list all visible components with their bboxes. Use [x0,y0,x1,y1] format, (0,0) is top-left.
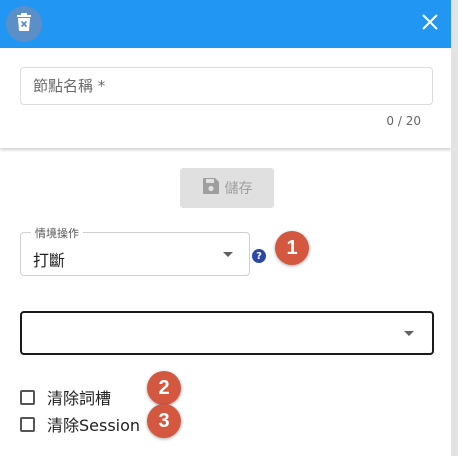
chevron-down-icon [404,331,414,336]
trash-icon [16,13,32,35]
clear-slots-option[interactable]: 清除詞槽 [20,387,112,408]
clear-session-label: 清除Session [47,416,141,435]
clear-slots-checkbox[interactable] [20,389,35,405]
scenario-action-value: 打斷 [33,251,66,270]
step-badge-3: 3 [147,404,181,438]
save-label: 儲存 [224,181,253,197]
step-badge-1: 1 [275,231,309,265]
chevron-down-icon [223,252,233,257]
node-editor-panel: 0 / 20 儲存 情境操作 打斷 ? 1 清除詞槽 清除Session 2 3 [0,0,451,456]
close-icon [422,14,438,34]
background-strip [451,0,458,456]
delete-node-button[interactable] [6,6,42,42]
save-icon [202,177,220,199]
character-counter: 0 / 20 [386,114,421,128]
clear-session-option[interactable]: 清除Session [20,414,141,435]
clear-session-checkbox[interactable] [20,416,35,432]
save-button[interactable]: 儲存 [180,168,274,208]
close-button[interactable] [416,10,444,38]
scenario-action-label: 情境操作 [31,225,83,241]
node-name-field[interactable] [20,67,433,105]
secondary-select[interactable] [20,311,434,355]
dialog-header [0,0,451,48]
step-badge-2: 2 [147,371,181,405]
help-icon[interactable]: ? [252,249,266,263]
scenario-action-select[interactable]: 情境操作 打斷 [20,225,250,276]
clear-slots-label: 清除詞槽 [47,389,112,408]
node-name-input[interactable] [21,68,432,104]
